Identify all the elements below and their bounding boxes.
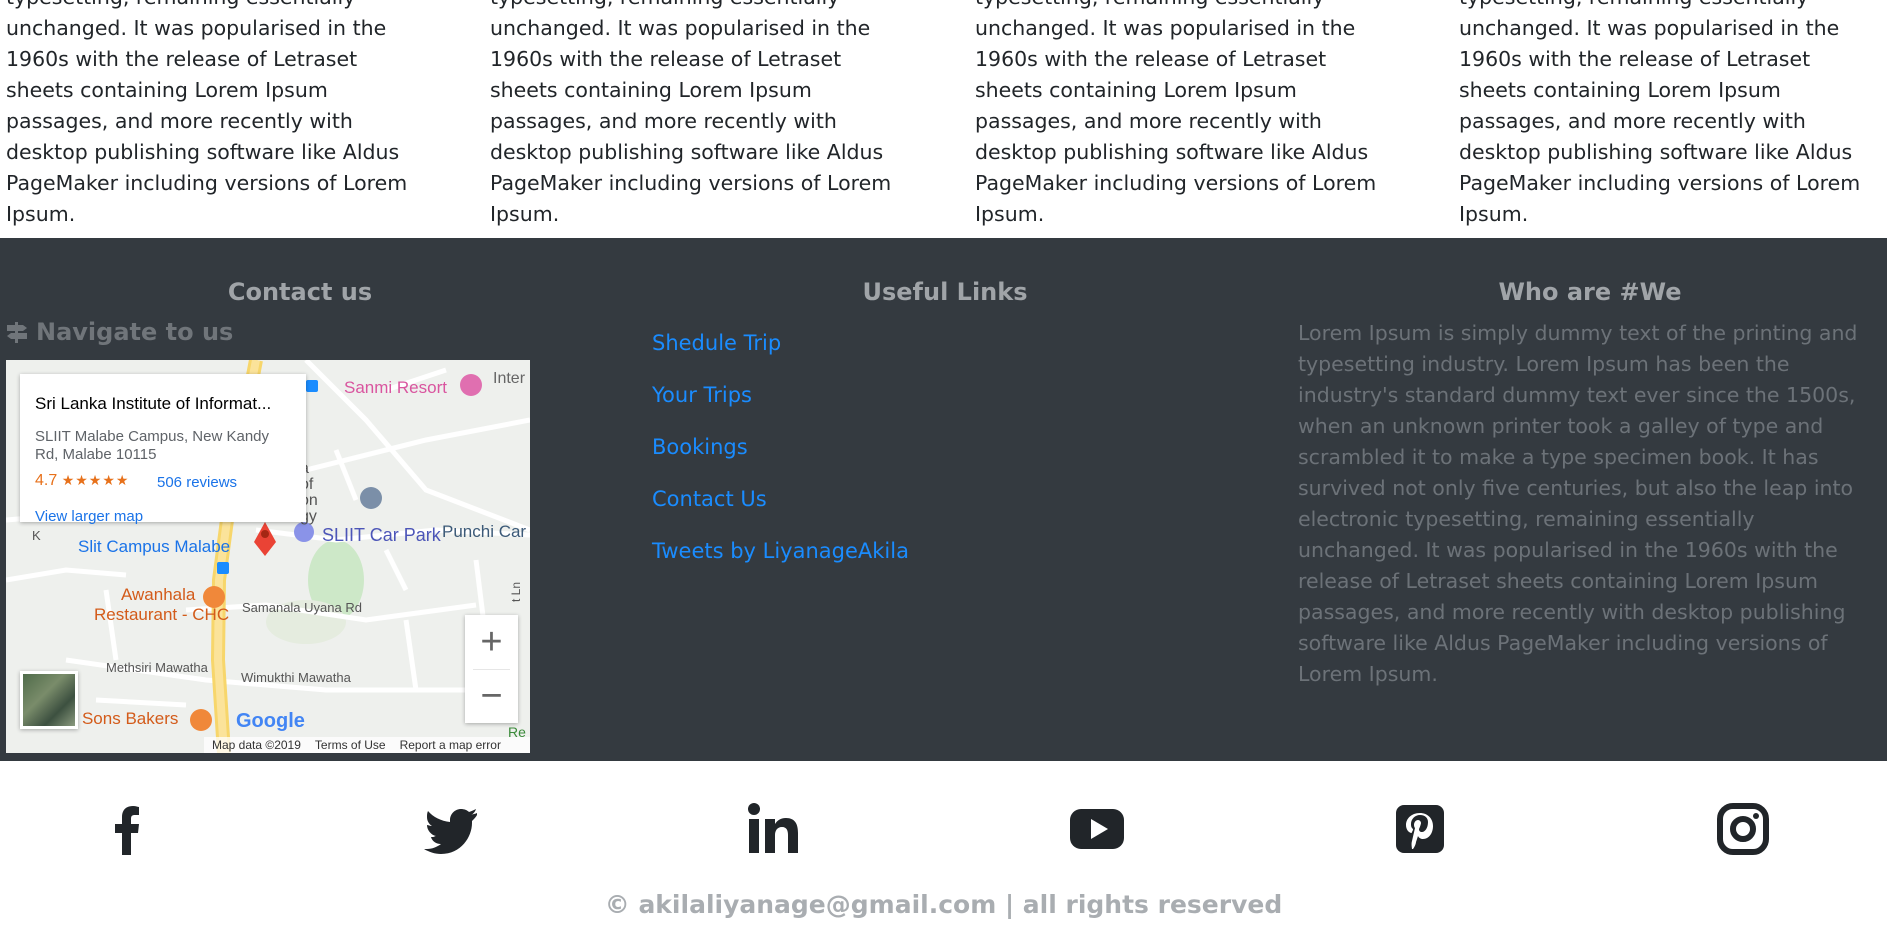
copyright-text: © akilaliyanage@gmail.com | all rights r… <box>604 890 1283 919</box>
google-map[interactable]: Sanmi Resort Inter SLIIT Car Park Punchi… <box>6 360 530 753</box>
map-label-fragment-ln: t Ln <box>509 581 524 603</box>
contact-title: Contact us <box>227 278 373 306</box>
text-column-4: typesetting, remaining essentially uncha… <box>1459 0 1861 226</box>
report-map-error-link[interactable]: Report a map error <box>400 737 501 753</box>
place-info-card: Sri Lanka Institute of Informat... SLIIT… <box>20 374 306 525</box>
navigate-title: Navigate to us <box>6 318 233 346</box>
zoom-controls: + − <box>465 615 518 723</box>
map-label-punchi: Punchi Car <box>442 522 527 541</box>
twitter-icon[interactable] <box>423 801 479 857</box>
link-your-trips[interactable]: Your Trips <box>652 380 909 432</box>
map-label-samanala: Samanala Uyana Rd <box>242 600 362 615</box>
link-tweets[interactable]: Tweets by LiyanageAkila <box>652 536 909 588</box>
google-logo-text: Google <box>236 710 305 732</box>
map-label-slit-campus: Slit Campus Malabe <box>78 537 231 556</box>
zoom-out-button[interactable]: − <box>465 669 518 723</box>
google-logo: Google <box>236 710 305 733</box>
link-shedule-trip[interactable]: Shedule Trip <box>652 328 909 380</box>
footer: Contact us Useful Links Who are #We Navi… <box>0 238 1887 761</box>
text-column-3: typesetting, remaining essentially uncha… <box>975 0 1377 226</box>
rating-value: 4.7 <box>35 472 58 489</box>
link-contact-us[interactable]: Contact Us <box>652 484 909 536</box>
who-title: Who are #We <box>1498 278 1682 306</box>
text-column-2: typesetting, remaining essentially uncha… <box>490 0 892 226</box>
useful-links-list: Shedule Trip Your Trips Bookings Contact… <box>652 328 909 588</box>
map-label-car-park: SLIIT Car Park <box>322 525 441 545</box>
map-data-credit: Map data ©2019 <box>212 738 301 752</box>
map-label-wimukthi: Wimukthi Mawatha <box>241 670 351 685</box>
navigate-title-text: Navigate to us <box>36 318 234 346</box>
terms-of-use-link[interactable]: Terms of Use <box>315 737 386 753</box>
top-text-columns: typesetting, remaining essentially uncha… <box>0 0 1887 238</box>
map-label-awanhala: Awanhala <box>121 585 196 604</box>
zoom-in-button[interactable]: + <box>465 615 518 669</box>
place-name: Sri Lanka Institute of Informat... <box>35 394 272 413</box>
map-label-sanmi: Sanmi Resort <box>344 378 447 397</box>
facebook-icon[interactable] <box>100 801 156 857</box>
instagram-icon[interactable] <box>1715 801 1771 857</box>
useful-links-title: Useful Links <box>862 278 1028 306</box>
place-address: SLIIT Malabe Campus, New Kandy Rd, Malab… <box>35 428 270 463</box>
map-footer: Map data ©2019 Terms of Use Report a map… <box>204 737 530 753</box>
satellite-toggle[interactable] <box>20 671 78 729</box>
social-links <box>0 761 1887 871</box>
rating-stars-icon: ★★★★★ <box>61 472 130 488</box>
zoom-separator <box>473 669 510 670</box>
who-text: Lorem Ipsum is simply dummy text of the … <box>1298 321 1858 686</box>
link-bookings[interactable]: Bookings <box>652 432 909 484</box>
text-column-1: typesetting, remaining essentially uncha… <box>6 0 408 226</box>
signs-icon <box>6 321 28 343</box>
youtube-icon[interactable] <box>1069 801 1125 857</box>
map-label-restaurant: Restaurant - CHC <box>94 605 230 624</box>
map-label-inter: Inter <box>493 370 526 387</box>
map-label-methsiri: Methsiri Mawatha <box>106 660 208 675</box>
linkedin-icon[interactable] <box>746 801 802 857</box>
map-label-fragment-k: K <box>32 528 41 543</box>
pinterest-icon[interactable] <box>1392 801 1448 857</box>
view-larger-map-link[interactable]: View larger map <box>35 508 143 525</box>
place-rating: 4.7 ★★★★★ <box>35 472 129 490</box>
reviews-link[interactable]: 506 reviews <box>157 474 237 491</box>
